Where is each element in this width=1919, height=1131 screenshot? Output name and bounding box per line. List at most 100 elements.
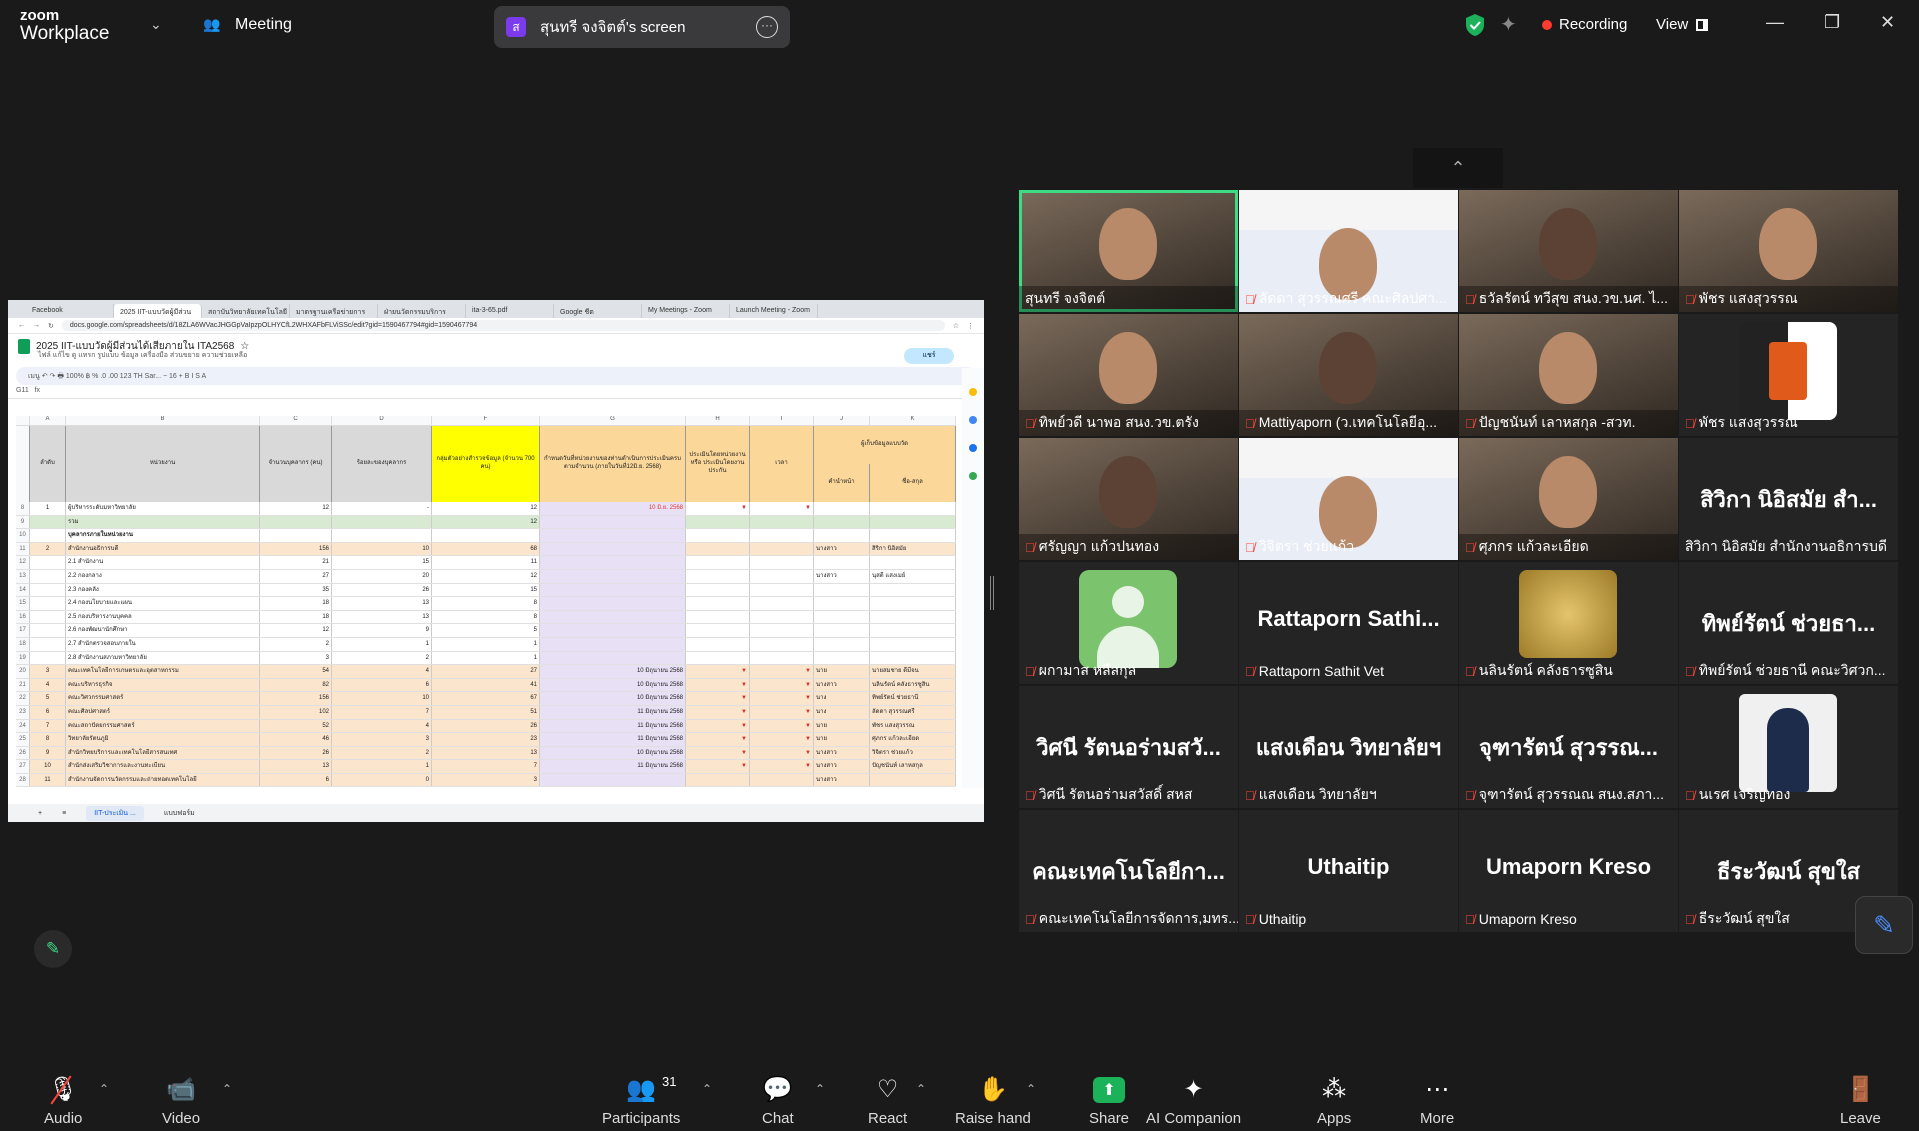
dropdown-icon[interactable]: ▼ <box>741 679 747 692</box>
cell-j[interactable] <box>814 624 870 637</box>
cell-k[interactable]: สิริกา นิอิสมัย <box>870 542 956 556</box>
cell-j[interactable] <box>814 515 870 529</box>
table-row[interactable]: 27 10 สำนักส่งเสริมวิชาการและงานทะเบียน 13 1… <box>16 760 956 774</box>
recording-indicator[interactable]: Recording <box>1542 16 1627 33</box>
cell-i[interactable]: ▼ <box>750 705 814 719</box>
cell-d[interactable]: 2 <box>332 746 432 760</box>
cell-c[interactable] <box>260 515 332 529</box>
video-options-chevron-icon[interactable]: ⌃ <box>222 1082 232 1096</box>
menu-dots-icon[interactable]: ⋮ <box>967 322 974 330</box>
cell-i[interactable] <box>750 610 814 624</box>
view-button[interactable]: View <box>1656 16 1709 33</box>
cell-d[interactable]: 4 <box>332 719 432 733</box>
cell-a[interactable]: 10 <box>30 760 66 773</box>
react-button[interactable]: ♡ React <box>868 1074 907 1127</box>
cell-h[interactable] <box>686 529 750 542</box>
shared-screen[interactable]: Facebook 2025 IIT-แบบวัดผู้มีส่วน สถาบันวิ… <box>8 300 984 822</box>
participant-tile[interactable]: คณะเทคโนโลยีกา... 🎙̸ คณะเทคโนโลยีการจัดการ… <box>1019 810 1238 932</box>
cell-j[interactable] <box>814 556 870 569</box>
cell-k[interactable]: พัชร แสงสุวรรณ <box>870 719 956 733</box>
cell-j[interactable]: นางสาว <box>814 542 870 556</box>
cell-g[interactable] <box>540 556 686 569</box>
table-row[interactable]: 14 2.3 กองคลัง 35 26 15 <box>16 583 956 598</box>
cell-i[interactable] <box>750 651 814 665</box>
meeting-info-button[interactable]: 👥 Meeting <box>203 16 292 34</box>
cell-h[interactable] <box>686 556 750 569</box>
cell-c[interactable]: 82 <box>260 678 332 692</box>
dropdown-icon[interactable]: ▼ <box>741 720 747 733</box>
cell-a[interactable] <box>30 556 66 569</box>
url-field[interactable]: docs.google.com/spreadsheets/d/18ZLA6WVa… <box>61 320 945 331</box>
sheet-menu-bar[interactable]: ไฟล์ แก้ไข ดู แทรก รูปแบบ ข้อมูล เครื่อง… <box>38 350 984 361</box>
leave-button[interactable]: 🚪 Leave <box>1840 1074 1881 1127</box>
dropdown-icon[interactable]: ▼ <box>741 706 747 719</box>
cell-i[interactable]: ▼ <box>750 502 814 515</box>
cell-h[interactable] <box>686 542 750 556</box>
dropdown-icon[interactable]: ▼ <box>741 747 747 760</box>
video-button[interactable]: 📹 Video <box>162 1074 200 1127</box>
cell-f[interactable]: 67 <box>432 692 540 705</box>
cell-f[interactable]: 3 <box>432 773 540 787</box>
cell-h[interactable] <box>686 583 750 597</box>
cell-i[interactable] <box>750 624 814 637</box>
raise-hand-options-chevron-icon[interactable]: ⌃ <box>1026 1082 1036 1096</box>
cell-i[interactable] <box>750 515 814 529</box>
cell-f[interactable]: 8 <box>432 610 540 624</box>
table-row[interactable]: 10 บุคลากรภายในหน่วยงาน <box>16 529 956 543</box>
cell-a[interactable] <box>30 637 66 651</box>
cell-i[interactable] <box>750 583 814 597</box>
cell-b[interactable]: 2.5 กองบริหารงานบุคคล <box>66 610 260 624</box>
cell-c[interactable]: 18 <box>260 597 332 610</box>
participant-tile[interactable]: 🎙̸ ปัญชนันท์ เลาหสกุล -สวท. <box>1459 314 1678 436</box>
participant-tile[interactable]: 🎙̸ ศรัญญา แก้วปนทอง <box>1019 438 1238 560</box>
cell-j[interactable]: นางสาว <box>814 746 870 760</box>
dropdown-icon[interactable]: ▼ <box>741 760 747 773</box>
cell-f[interactable]: 27 <box>432 665 540 678</box>
cell-d[interactable]: 15 <box>332 556 432 569</box>
add-sheet-icon[interactable]: + <box>38 810 42 817</box>
spreadsheet-grid[interactable]: ABCDFGHIJK ลำดับ หน่วยงาน จำนวนบุคลากร (… <box>16 416 956 796</box>
cell-b[interactable]: สำนักงานอธิการบดี <box>66 542 260 556</box>
cell-i[interactable] <box>750 542 814 556</box>
minimize-icon[interactable]: — <box>1766 12 1784 33</box>
cell-h[interactable]: ▼ <box>686 502 750 515</box>
cell-i[interactable]: ▼ <box>750 733 814 746</box>
cell-f[interactable]: 12 <box>432 502 540 515</box>
cell-k[interactable]: ปัญชนันท์ เลาหสกุล <box>870 760 956 773</box>
cell-d[interactable]: 7 <box>332 705 432 719</box>
cell-k[interactable]: ลัดดา สุวรรณศรี <box>870 705 956 719</box>
cell-j[interactable] <box>814 502 870 515</box>
table-row[interactable]: 18 2.7 สำนักตรวจสอบภายใน 2 1 1 <box>16 637 956 652</box>
cell-d[interactable]: 2 <box>332 651 432 665</box>
cell-h[interactable]: ▼ <box>686 719 750 733</box>
table-row[interactable]: 22 5 คณะวิศวกรรมศาสตร์ 156 10 67 10 มิถุนายน 2… <box>16 692 956 706</box>
cell-g[interactable] <box>540 529 686 542</box>
cell-j[interactable] <box>814 583 870 597</box>
table-row[interactable]: 26 9 สำนักวิทยบริการและเทคโนโลยีสารสนเทศ 26… <box>16 746 956 761</box>
participant-tile[interactable]: 🎙̸ Mattiyaporn (ว.เทคโนโลยีอุ... <box>1239 314 1458 436</box>
screen-share-indicator[interactable]: ส สุนทรี จงจิตต์'s screen ··· <box>494 6 790 48</box>
cell-h[interactable]: ▼ <box>686 665 750 678</box>
cell-a[interactable] <box>30 610 66 624</box>
cell-j[interactable] <box>814 651 870 665</box>
cell-f[interactable]: 1 <box>432 651 540 665</box>
star-icon[interactable]: ☆ <box>953 322 959 330</box>
cell-d[interactable]: - <box>332 502 432 515</box>
sheet-share-button[interactable]: แชร์ <box>904 348 954 364</box>
cell-k[interactable] <box>870 624 956 637</box>
participant-tile[interactable]: 🎙̸ ศุภกร แก้วละเอียด <box>1459 438 1678 560</box>
cell-h[interactable] <box>686 637 750 651</box>
contacts-icon[interactable] <box>969 444 977 452</box>
sheet-tab[interactable]: แบบฟอร์ม <box>164 808 195 819</box>
participant-tile[interactable]: 🎙̸ ธวัลรัตน์ ทวีสุข สนง.วข.นศ. ไ... <box>1459 190 1678 312</box>
cell-b[interactable]: คณะวิศวกรรมศาสตร์ <box>66 692 260 705</box>
cell-g[interactable]: 11 มิถุนายน 2568 <box>540 719 686 733</box>
cell-d[interactable]: 20 <box>332 569 432 583</box>
more-button[interactable]: ⋯ More <box>1420 1074 1454 1127</box>
cell-a[interactable] <box>30 597 66 610</box>
cell-a[interactable]: 5 <box>30 692 66 705</box>
cell-f[interactable]: 51 <box>432 705 540 719</box>
cell-c[interactable] <box>260 529 332 542</box>
cell-c[interactable]: 21 <box>260 556 332 569</box>
table-row[interactable]: 20 3 คณะเทคโนโลยีการเกษตรและอุตสาหกรรม 54 4 2… <box>16 665 956 679</box>
